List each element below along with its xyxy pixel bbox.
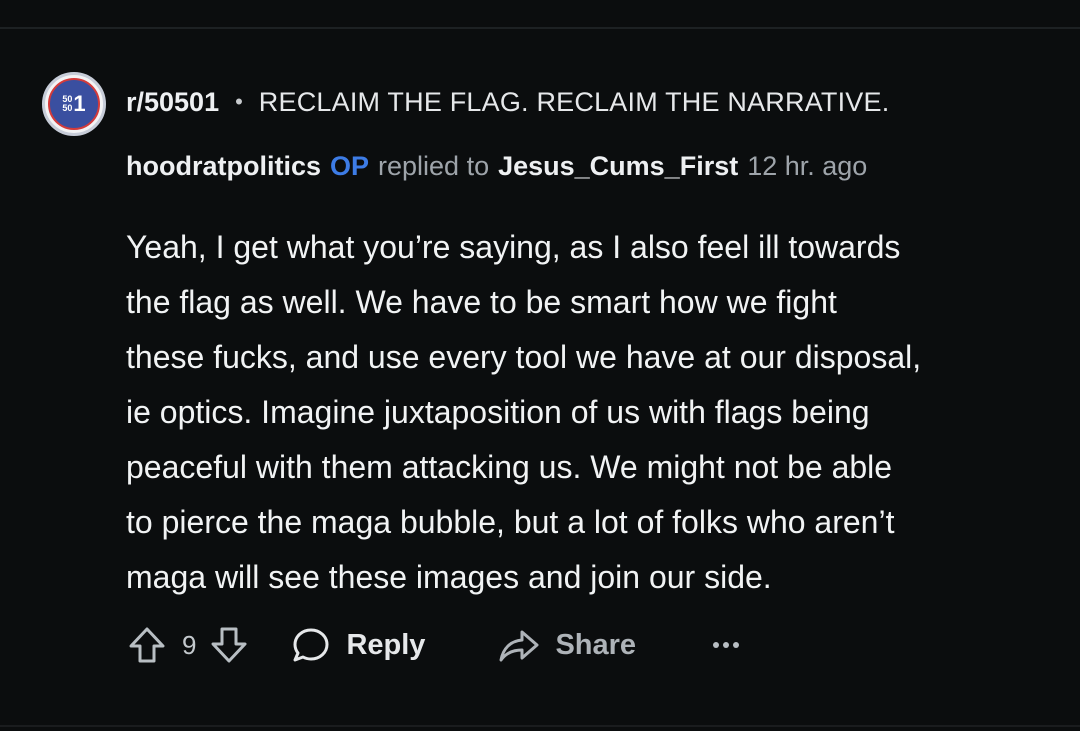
downvote-icon[interactable]	[208, 624, 250, 666]
share-button[interactable]: Share	[497, 624, 636, 666]
community-header: r/50501 • RECLAIM THE FLAG. RECLAIM THE …	[126, 84, 889, 120]
subreddit-link[interactable]: r/50501	[126, 87, 219, 118]
bottom-divider	[0, 725, 1080, 727]
comment-line: Yeah, I get what you’re saying, as I als…	[126, 229, 901, 265]
share-icon	[499, 630, 539, 662]
replied-to-label: replied to	[378, 150, 490, 181]
avatar-text-bottom: 50	[62, 103, 73, 113]
comment-line: maga will see these images and join our …	[126, 559, 772, 595]
comment-line: these fucks, and use every tool we have …	[126, 339, 922, 375]
comment-timestamp: 12 hr. ago	[747, 150, 868, 181]
avatar-text-big: 1	[73, 91, 86, 116]
comment-line: ie optics. Imagine juxtaposition of us w…	[126, 394, 870, 430]
more-options-button[interactable]	[712, 640, 740, 650]
avatar-stack: 50 50	[62, 95, 72, 113]
community-logo: 50 50 1	[48, 78, 100, 130]
vote-count: 9	[182, 629, 197, 660]
parent-author[interactable]: Jesus_Cums_First	[498, 151, 738, 182]
comment-actions: 9 Reply Share	[126, 620, 740, 670]
reply-button[interactable]: Reply	[290, 624, 425, 666]
reply-label: Reply	[346, 628, 426, 661]
post-title[interactable]: RECLAIM THE FLAG. RECLAIM THE NARRATIVE.	[259, 87, 890, 118]
reply-icon	[293, 628, 329, 662]
community-avatar[interactable]: 50 50 1	[42, 72, 106, 136]
comment-line: to pierce the maga bubble, but a lot of …	[126, 504, 895, 540]
comment-line: peaceful with them attacking us. We migh…	[126, 449, 893, 485]
comment-body: Yeah, I get what you’re saying, as I als…	[126, 220, 1046, 605]
op-badge: OP	[330, 150, 370, 181]
comment-meta: hoodratpolitics OP replied to Jesus_Cums…	[126, 148, 867, 184]
upvote-icon[interactable]	[126, 624, 168, 666]
ellipsis-icon	[713, 642, 740, 648]
share-label: Share	[555, 628, 637, 661]
comment-author[interactable]: hoodratpolitics	[126, 151, 321, 182]
separator-dot: •	[235, 89, 243, 114]
comment-line: the flag as well. We have to be smart ho…	[126, 284, 837, 320]
top-divider	[0, 27, 1080, 29]
